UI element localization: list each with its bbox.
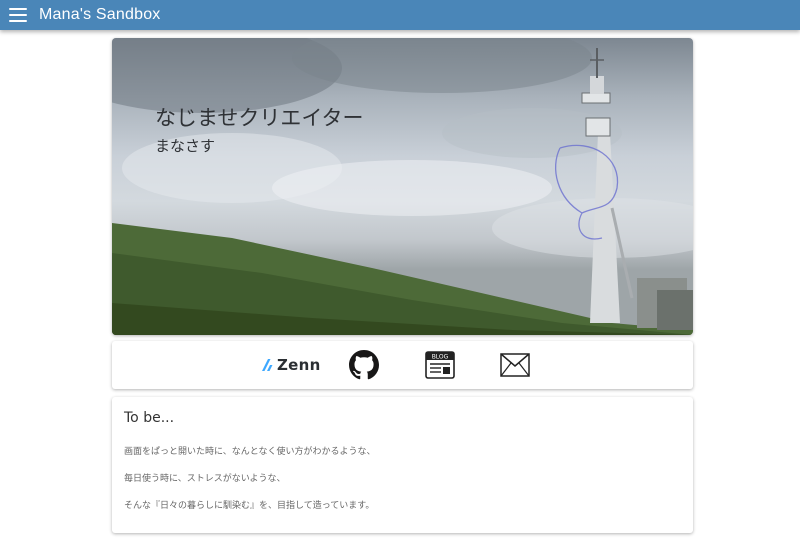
zenn-icon	[262, 359, 273, 371]
about-line: 画面をぱっと開いた時に、なんとなく使い方がわかるような、	[124, 447, 376, 457]
app-title: Mana's Sandbox	[39, 6, 161, 23]
github-icon	[349, 350, 379, 380]
blog-icon: BLOG	[425, 351, 455, 379]
github-link[interactable]	[349, 350, 379, 380]
app-bar: Mana's Sandbox	[0, 0, 800, 30]
about-card: To be... 画面をぱっと開いた時に、なんとなく使い方がわかるような、 毎日…	[112, 397, 693, 533]
mail-link[interactable]	[500, 353, 530, 377]
hero-subtitle: まなさす	[155, 137, 216, 155]
menu-icon[interactable]	[9, 8, 27, 22]
mail-icon	[500, 353, 530, 377]
blog-link[interactable]: BLOG	[425, 351, 455, 379]
about-line: 毎日使う時に、ストレスがないような、	[124, 474, 286, 484]
hero-title: なじませクリエイター	[155, 106, 364, 130]
hero-banner: なじませクリエイター まなさす	[112, 38, 693, 335]
zenn-link[interactable]: Zenn	[262, 355, 321, 375]
hero-photo	[112, 38, 693, 335]
about-heading: To be...	[124, 410, 175, 426]
social-links-bar: Zenn BLOG	[112, 341, 693, 389]
blog-badge: BLOG	[432, 354, 449, 361]
zenn-label: Zenn	[277, 356, 321, 374]
about-line: そんな『日々の暮らしに馴染む』を、目指して造っています。	[124, 501, 375, 511]
